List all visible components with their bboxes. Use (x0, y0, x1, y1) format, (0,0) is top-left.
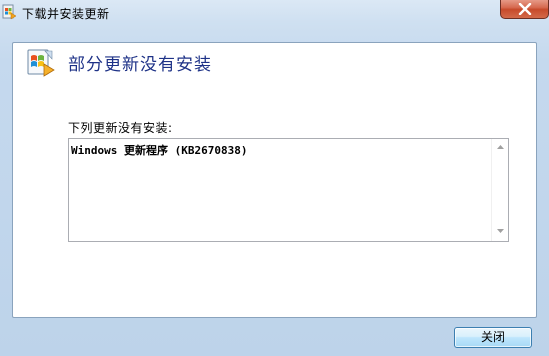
close-icon (518, 3, 532, 15)
page-heading: 部分更新没有安装 (68, 55, 212, 75)
content-panel: 部分更新没有安装 下列更新没有安装: Windows 更新程序 (KB26708… (12, 42, 537, 318)
scroll-down-button[interactable] (492, 225, 508, 239)
window-title: 下载并安装更新 (22, 7, 110, 21)
list-label: 下列更新没有安装: (68, 121, 173, 135)
close-button[interactable]: 关闭 (454, 327, 532, 348)
failed-updates-list[interactable]: Windows 更新程序 (KB2670838) (68, 138, 509, 242)
list-item[interactable]: Windows 更新程序 (KB2670838) (71, 142, 247, 158)
scroll-up-arrow-icon (497, 145, 504, 149)
window-close-button[interactable] (500, 0, 549, 19)
title-bar: 下载并安装更新 (0, 0, 549, 26)
windows-update-icon (25, 47, 57, 79)
scroll-down-arrow-icon (497, 229, 504, 233)
scroll-up-button[interactable] (492, 141, 508, 155)
windows-update-icon (2, 4, 17, 20)
vertical-scrollbar[interactable] (491, 139, 508, 241)
